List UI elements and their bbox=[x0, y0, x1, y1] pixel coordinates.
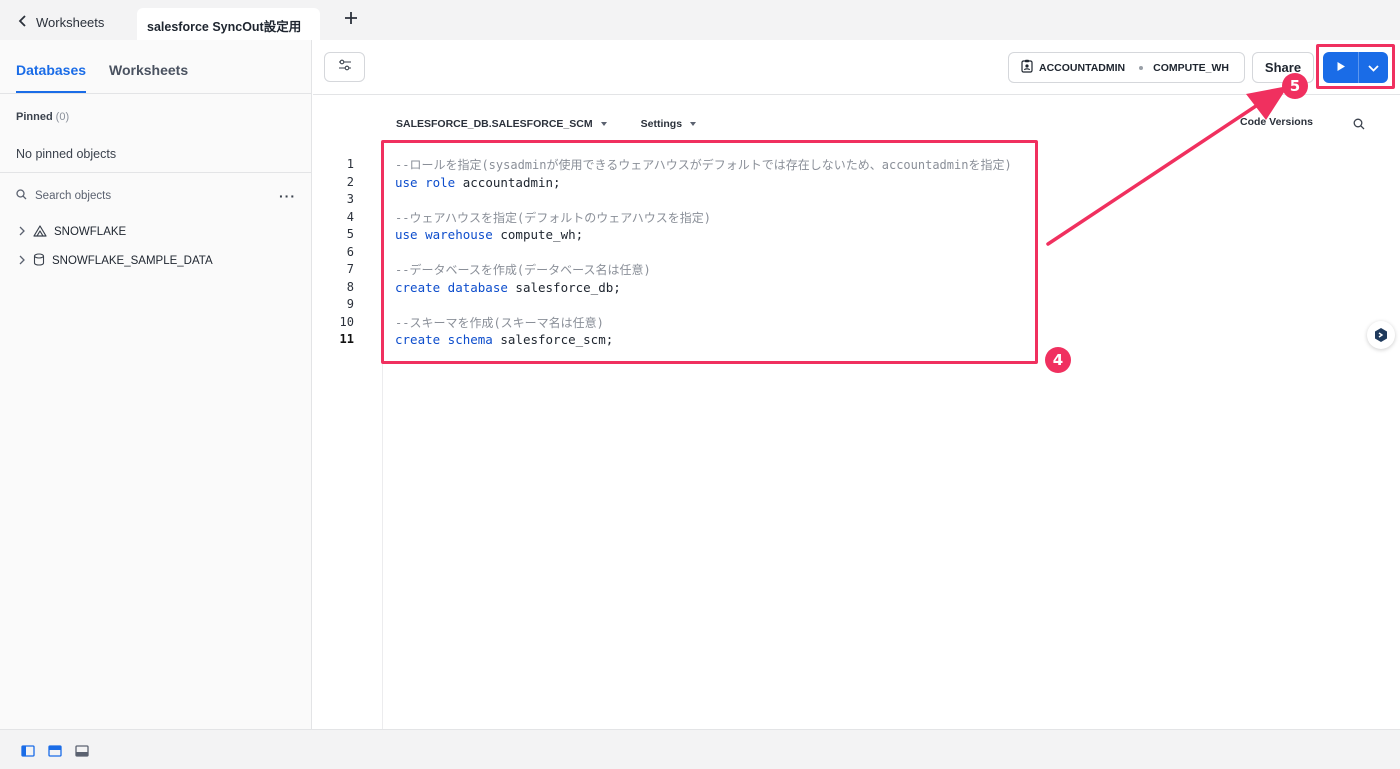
database-icon bbox=[33, 253, 45, 269]
line-number: 4 bbox=[346, 209, 354, 224]
worksheet-tab-bar: Worksheets salesforce SyncOut設定用 bbox=[0, 0, 1400, 40]
sql-comment: --ウェアハウスを指定(デフォルトのウェアハウスを指定) bbox=[395, 210, 711, 225]
line-number: 7 bbox=[346, 262, 354, 276]
code-text: --データベースを作成(データベース名は任意) bbox=[395, 261, 651, 280]
run-button[interactable] bbox=[1323, 52, 1359, 83]
chevron-right-icon bbox=[18, 255, 26, 268]
more-options-icon[interactable]: ··· bbox=[279, 188, 296, 204]
code-line[interactable]: 10 --スキーマを作成(スキーマ名は任意) bbox=[313, 314, 1313, 332]
editor-context-bar: SALESFORCE_DB.SALESFORCE_SCM Settings bbox=[396, 116, 697, 132]
line-number: 11 bbox=[339, 332, 354, 346]
warehouse-label: COMPUTE_WH bbox=[1153, 61, 1229, 74]
layout-bottom-bar bbox=[0, 729, 1400, 769]
toggle-sidebar-layout-icon[interactable] bbox=[21, 744, 35, 757]
role-label: ACCOUNTADMIN bbox=[1039, 61, 1126, 74]
code-text: --ウェアハウスを指定(デフォルトのウェアハウスを指定) bbox=[395, 209, 711, 228]
step-badge-4: 4 bbox=[1045, 347, 1071, 373]
back-to-worksheets-button[interactable]: Worksheets bbox=[18, 10, 104, 34]
search-objects-input[interactable]: Search objects ··· bbox=[16, 186, 296, 206]
separator-dot bbox=[1139, 65, 1144, 70]
tree-item-snowflake[interactable]: SNOWFLAKE bbox=[18, 222, 126, 242]
sql-identifier: accountadmin; bbox=[455, 174, 561, 190]
search-icon bbox=[16, 187, 27, 205]
sql-keyword: use role bbox=[395, 174, 456, 190]
toggle-editor-layout-icon[interactable] bbox=[48, 744, 62, 757]
sidebar-tabs: Databases Worksheets bbox=[0, 40, 311, 94]
play-icon bbox=[1336, 59, 1346, 77]
run-options-dropdown[interactable] bbox=[1359, 52, 1388, 83]
sql-identifier: salesforce_scm; bbox=[492, 332, 614, 347]
role-warehouse-selector[interactable]: ACCOUNTADMIN COMPUTE_WH bbox=[1008, 52, 1245, 83]
tree-item-label: SNOWFLAKE_SAMPLE_DATA bbox=[52, 255, 213, 267]
run-button-group bbox=[1323, 52, 1388, 83]
chevron-left-icon bbox=[18, 14, 28, 30]
line-number: 10 bbox=[339, 314, 354, 329]
step-badge-5: 5 bbox=[1282, 73, 1308, 99]
sql-comment: --スキーマを作成(スキーマ名は任意) bbox=[395, 315, 604, 330]
pinned-header: Pinned (0) bbox=[16, 111, 69, 123]
filter-settings-button[interactable] bbox=[324, 52, 365, 82]
plus-icon bbox=[344, 11, 358, 30]
tab-worksheets[interactable]: Worksheets bbox=[109, 62, 188, 78]
sql-keyword: create schema bbox=[395, 332, 493, 347]
code-text: use warehouse compute_wh; bbox=[395, 226, 583, 244]
toggle-results-layout-icon[interactable] bbox=[75, 744, 89, 757]
sql-comment: --ロールを指定(sysadminが使用できるウェアハウスがデフォルトでは存在し… bbox=[395, 158, 1012, 172]
chevron-down-icon bbox=[1368, 59, 1379, 77]
search-placeholder: Search objects bbox=[35, 190, 112, 202]
line-number: 8 bbox=[346, 279, 354, 294]
sql-keyword: create database bbox=[395, 279, 508, 295]
sql-identifier: compute_wh; bbox=[492, 227, 584, 242]
chevron-right-icon bbox=[18, 226, 26, 239]
sql-comment: --データベースを作成(データベース名は任意) bbox=[395, 263, 651, 277]
search-worksheet-icon[interactable] bbox=[1353, 117, 1365, 135]
sliders-icon bbox=[338, 58, 352, 76]
code-text: create schema salesforce_scm; bbox=[395, 331, 613, 349]
active-worksheet-tab[interactable]: salesforce SyncOut設定用 bbox=[137, 8, 320, 40]
line-number: 2 bbox=[346, 174, 354, 189]
code-text: use role accountadmin; bbox=[395, 174, 561, 192]
code-line[interactable]: 9 bbox=[313, 296, 1313, 314]
settings-label: Settings bbox=[640, 118, 683, 130]
line-number: 9 bbox=[346, 297, 354, 311]
database-schema-selector[interactable]: SALESFORCE_DB.SALESFORCE_SCM bbox=[396, 118, 607, 130]
snowflake-app-icon bbox=[33, 224, 47, 240]
code-line[interactable]: 7 --データベースを作成(データベース名は任意) bbox=[313, 261, 1313, 279]
pinned-count: (0) bbox=[55, 111, 70, 123]
settings-selector[interactable]: Settings bbox=[640, 118, 697, 130]
line-number: 1 bbox=[346, 157, 354, 171]
assistant-icon[interactable] bbox=[1367, 321, 1395, 349]
line-number: 3 bbox=[346, 192, 354, 206]
no-pinned-message: No pinned objects bbox=[16, 147, 117, 161]
pinned-label: Pinned bbox=[16, 111, 53, 123]
code-text: create database salesforce_db; bbox=[395, 279, 621, 297]
code-line[interactable]: 8 create database salesforce_db; bbox=[313, 279, 1313, 297]
line-number: 6 bbox=[346, 244, 354, 259]
role-badge-icon bbox=[1021, 59, 1033, 76]
database-schema-label: SALESFORCE_DB.SALESFORCE_SCM bbox=[396, 118, 593, 130]
line-number: 5 bbox=[346, 227, 354, 241]
active-tab-indicator bbox=[16, 91, 86, 93]
sidebar-divider bbox=[0, 172, 311, 173]
annotation-arrow bbox=[1046, 86, 1288, 246]
tab-databases[interactable]: Databases bbox=[16, 62, 86, 78]
tree-item-snowflake-sample-data[interactable]: SNOWFLAKE_SAMPLE_DATA bbox=[18, 251, 213, 271]
code-text: --スキーマを作成(スキーマ名は任意) bbox=[395, 314, 604, 333]
new-worksheet-button[interactable] bbox=[339, 8, 363, 32]
sql-keyword: use warehouse bbox=[395, 227, 493, 242]
tree-item-label: SNOWFLAKE bbox=[54, 226, 127, 238]
code-text: --ロールを指定(sysadminが使用できるウェアハウスがデフォルトでは存在し… bbox=[395, 156, 1012, 175]
caret-down-icon bbox=[690, 122, 697, 126]
caret-down-icon bbox=[600, 122, 607, 126]
sql-identifier: salesforce_db; bbox=[507, 279, 621, 295]
object-explorer-sidebar: Databases Worksheets Pinned (0) No pinned… bbox=[0, 40, 312, 729]
code-line[interactable]: 11 create schema salesforce_scm; bbox=[313, 331, 1313, 349]
back-tab-label: Worksheets bbox=[36, 14, 105, 30]
